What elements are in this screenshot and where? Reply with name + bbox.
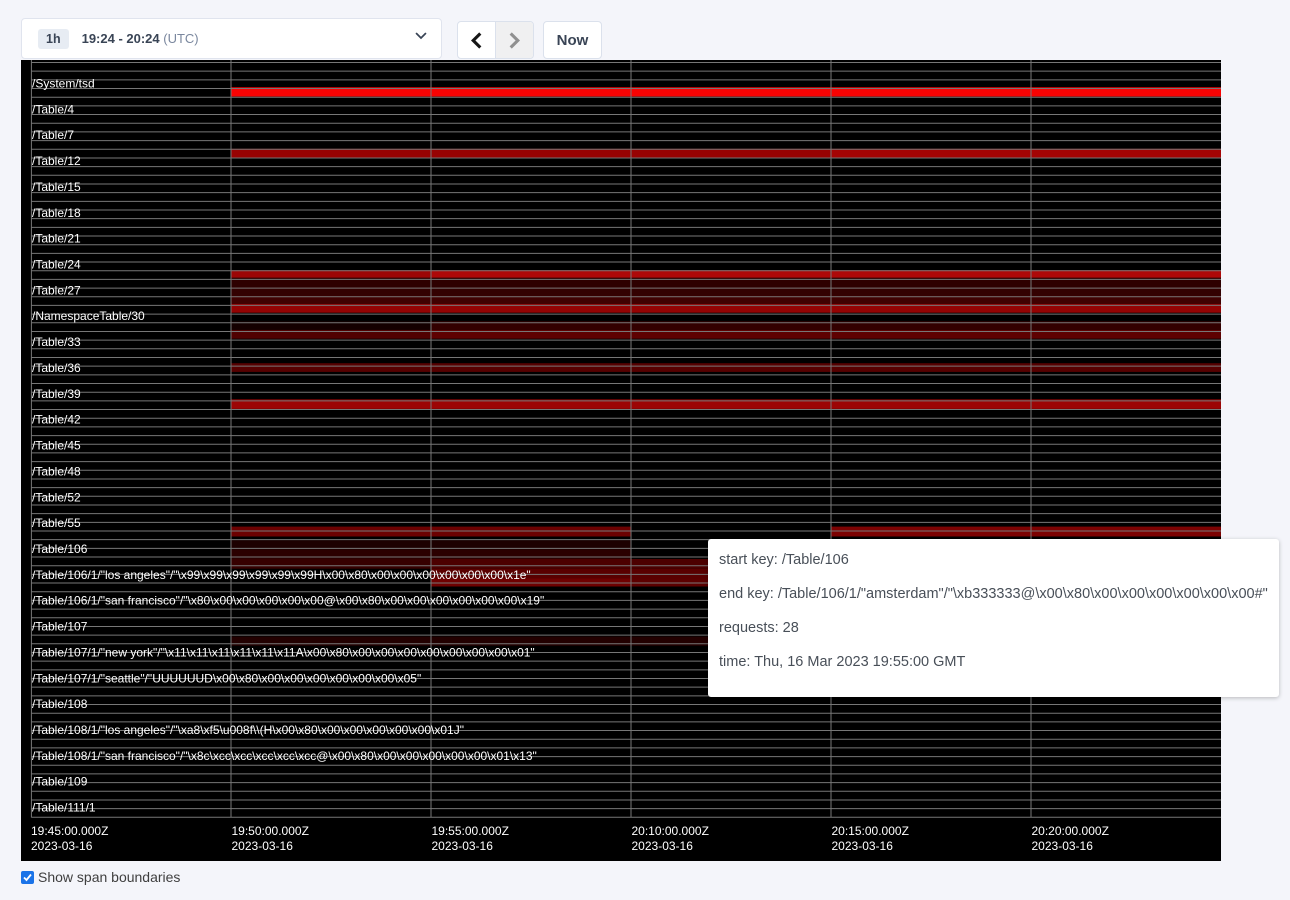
svg-text:/Table/39: /Table/39	[32, 387, 81, 401]
svg-text:/Table/15: /Table/15	[32, 180, 81, 194]
svg-text:19:50:00.000Z: 19:50:00.000Z	[232, 824, 309, 838]
svg-text:/Table/106/1/"san francisco"/": /Table/106/1/"san francisco"/"\x80\x00\x…	[32, 594, 544, 608]
svg-text:/Table/33: /Table/33	[32, 335, 81, 349]
svg-text:2023-03-16: 2023-03-16	[632, 839, 694, 853]
svg-text:/Table/52: /Table/52	[32, 490, 81, 504]
svg-text:/Table/42: /Table/42	[32, 413, 81, 427]
svg-text:19:55:00.000Z: 19:55:00.000Z	[432, 824, 509, 838]
svg-text:/Table/36: /Table/36	[32, 361, 81, 375]
svg-text:/Table/12: /Table/12	[32, 154, 81, 168]
svg-text:/Table/24: /Table/24	[32, 258, 81, 272]
svg-text:2023-03-16: 2023-03-16	[31, 839, 93, 853]
svg-text:2023-03-16: 2023-03-16	[432, 839, 494, 853]
svg-text:/Table/7: /Table/7	[32, 128, 74, 142]
svg-text:/Table/106: /Table/106	[32, 542, 88, 556]
svg-text:/Table/107: /Table/107	[32, 620, 88, 634]
svg-text:2023-03-16: 2023-03-16	[232, 839, 294, 853]
svg-text:/Table/107/1/"new york"/"\x11\: /Table/107/1/"new york"/"\x11\x11\x11\x1…	[32, 645, 535, 659]
svg-text:/Table/108/1/"los angeles"/"\x: /Table/108/1/"los angeles"/"\xa8\xf5\u00…	[32, 723, 464, 737]
svg-text:20:20:00.000Z: 20:20:00.000Z	[1032, 824, 1109, 838]
svg-text:/Table/109: /Table/109	[32, 775, 88, 789]
svg-text:2023-03-16: 2023-03-16	[1032, 839, 1094, 853]
svg-text:/Table/48: /Table/48	[32, 464, 81, 478]
svg-text:/Table/4: /Table/4	[32, 102, 74, 116]
svg-text:/Table/108: /Table/108	[32, 697, 88, 711]
svg-text:/Table/108/1/"san francisco"/": /Table/108/1/"san francisco"/"\x8c\xcc\x…	[32, 749, 537, 763]
svg-text:/System/tsd: /System/tsd	[32, 77, 95, 91]
svg-text:/Table/106/1/"los angeles"/"\x: /Table/106/1/"los angeles"/"\x99\x99\x99…	[32, 568, 531, 582]
svg-text:/Table/27: /Table/27	[32, 283, 81, 297]
svg-text:20:10:00.000Z: 20:10:00.000Z	[632, 824, 709, 838]
svg-text:/Table/107/1/"seattle"/"UUUUUU: /Table/107/1/"seattle"/"UUUUUUD\x00\x80\…	[32, 671, 421, 685]
svg-text:/NamespaceTable/30: /NamespaceTable/30	[32, 309, 145, 323]
svg-text:19:45:00.000Z: 19:45:00.000Z	[31, 824, 108, 838]
svg-text:/Table/45: /Table/45	[32, 439, 81, 453]
svg-text:/Table/21: /Table/21	[32, 232, 81, 246]
svg-text:2023-03-16: 2023-03-16	[832, 839, 894, 853]
svg-text:/Table/18: /Table/18	[32, 206, 81, 220]
svg-text:20:15:00.000Z: 20:15:00.000Z	[832, 824, 909, 838]
svg-text:/Table/55: /Table/55	[32, 516, 81, 530]
svg-text:/Table/111/1: /Table/111/1	[32, 801, 96, 815]
